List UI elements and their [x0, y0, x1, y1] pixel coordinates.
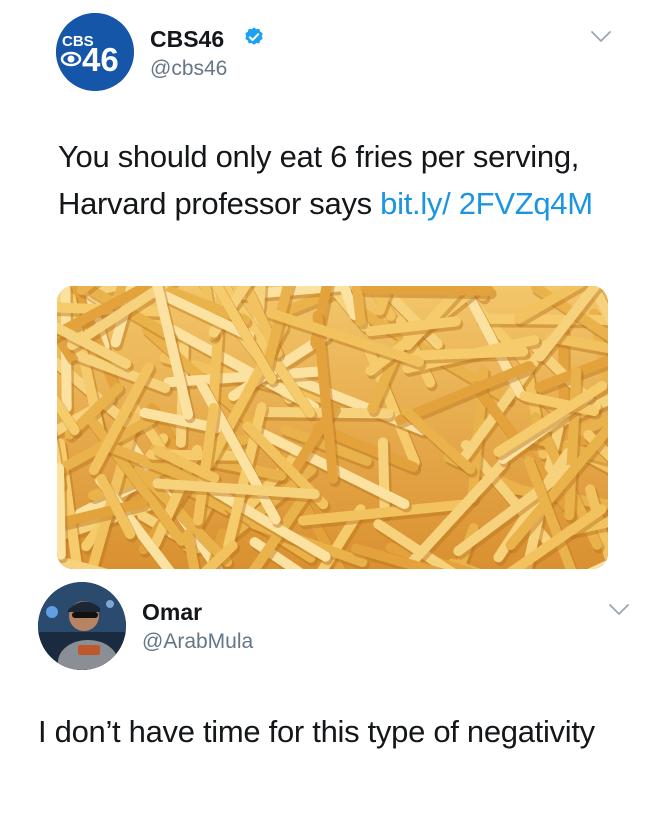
cbs46-avatar[interactable]: CBS 46 — [56, 13, 134, 91]
reply-author-name[interactable]: Omar — [142, 599, 202, 626]
logo-number-text: 46 — [82, 41, 119, 78]
omar-avatar[interactable] — [38, 582, 126, 670]
chevron-down-icon[interactable] — [590, 30, 612, 44]
chevron-down-icon[interactable] — [608, 603, 630, 617]
reply-author-handle[interactable]: @ArabMula — [142, 630, 253, 654]
reply-text: I don’t have time for this type of negat… — [38, 714, 595, 749]
author-name[interactable]: CBS46 — [150, 26, 224, 53]
verified-badge-icon — [245, 27, 263, 45]
author-handle[interactable]: @cbs46 — [150, 57, 227, 81]
tweet-link[interactable]: bit.ly/ 2FVZq4M — [380, 186, 593, 221]
tweet-media-image[interactable] — [57, 286, 608, 569]
french-fries-photo — [57, 286, 608, 569]
profile-photo-icon — [38, 582, 126, 670]
cbs-logo-icon: CBS 46 — [56, 13, 134, 91]
tweet-text: You should only eat 6 fries per serving,… — [58, 133, 638, 227]
